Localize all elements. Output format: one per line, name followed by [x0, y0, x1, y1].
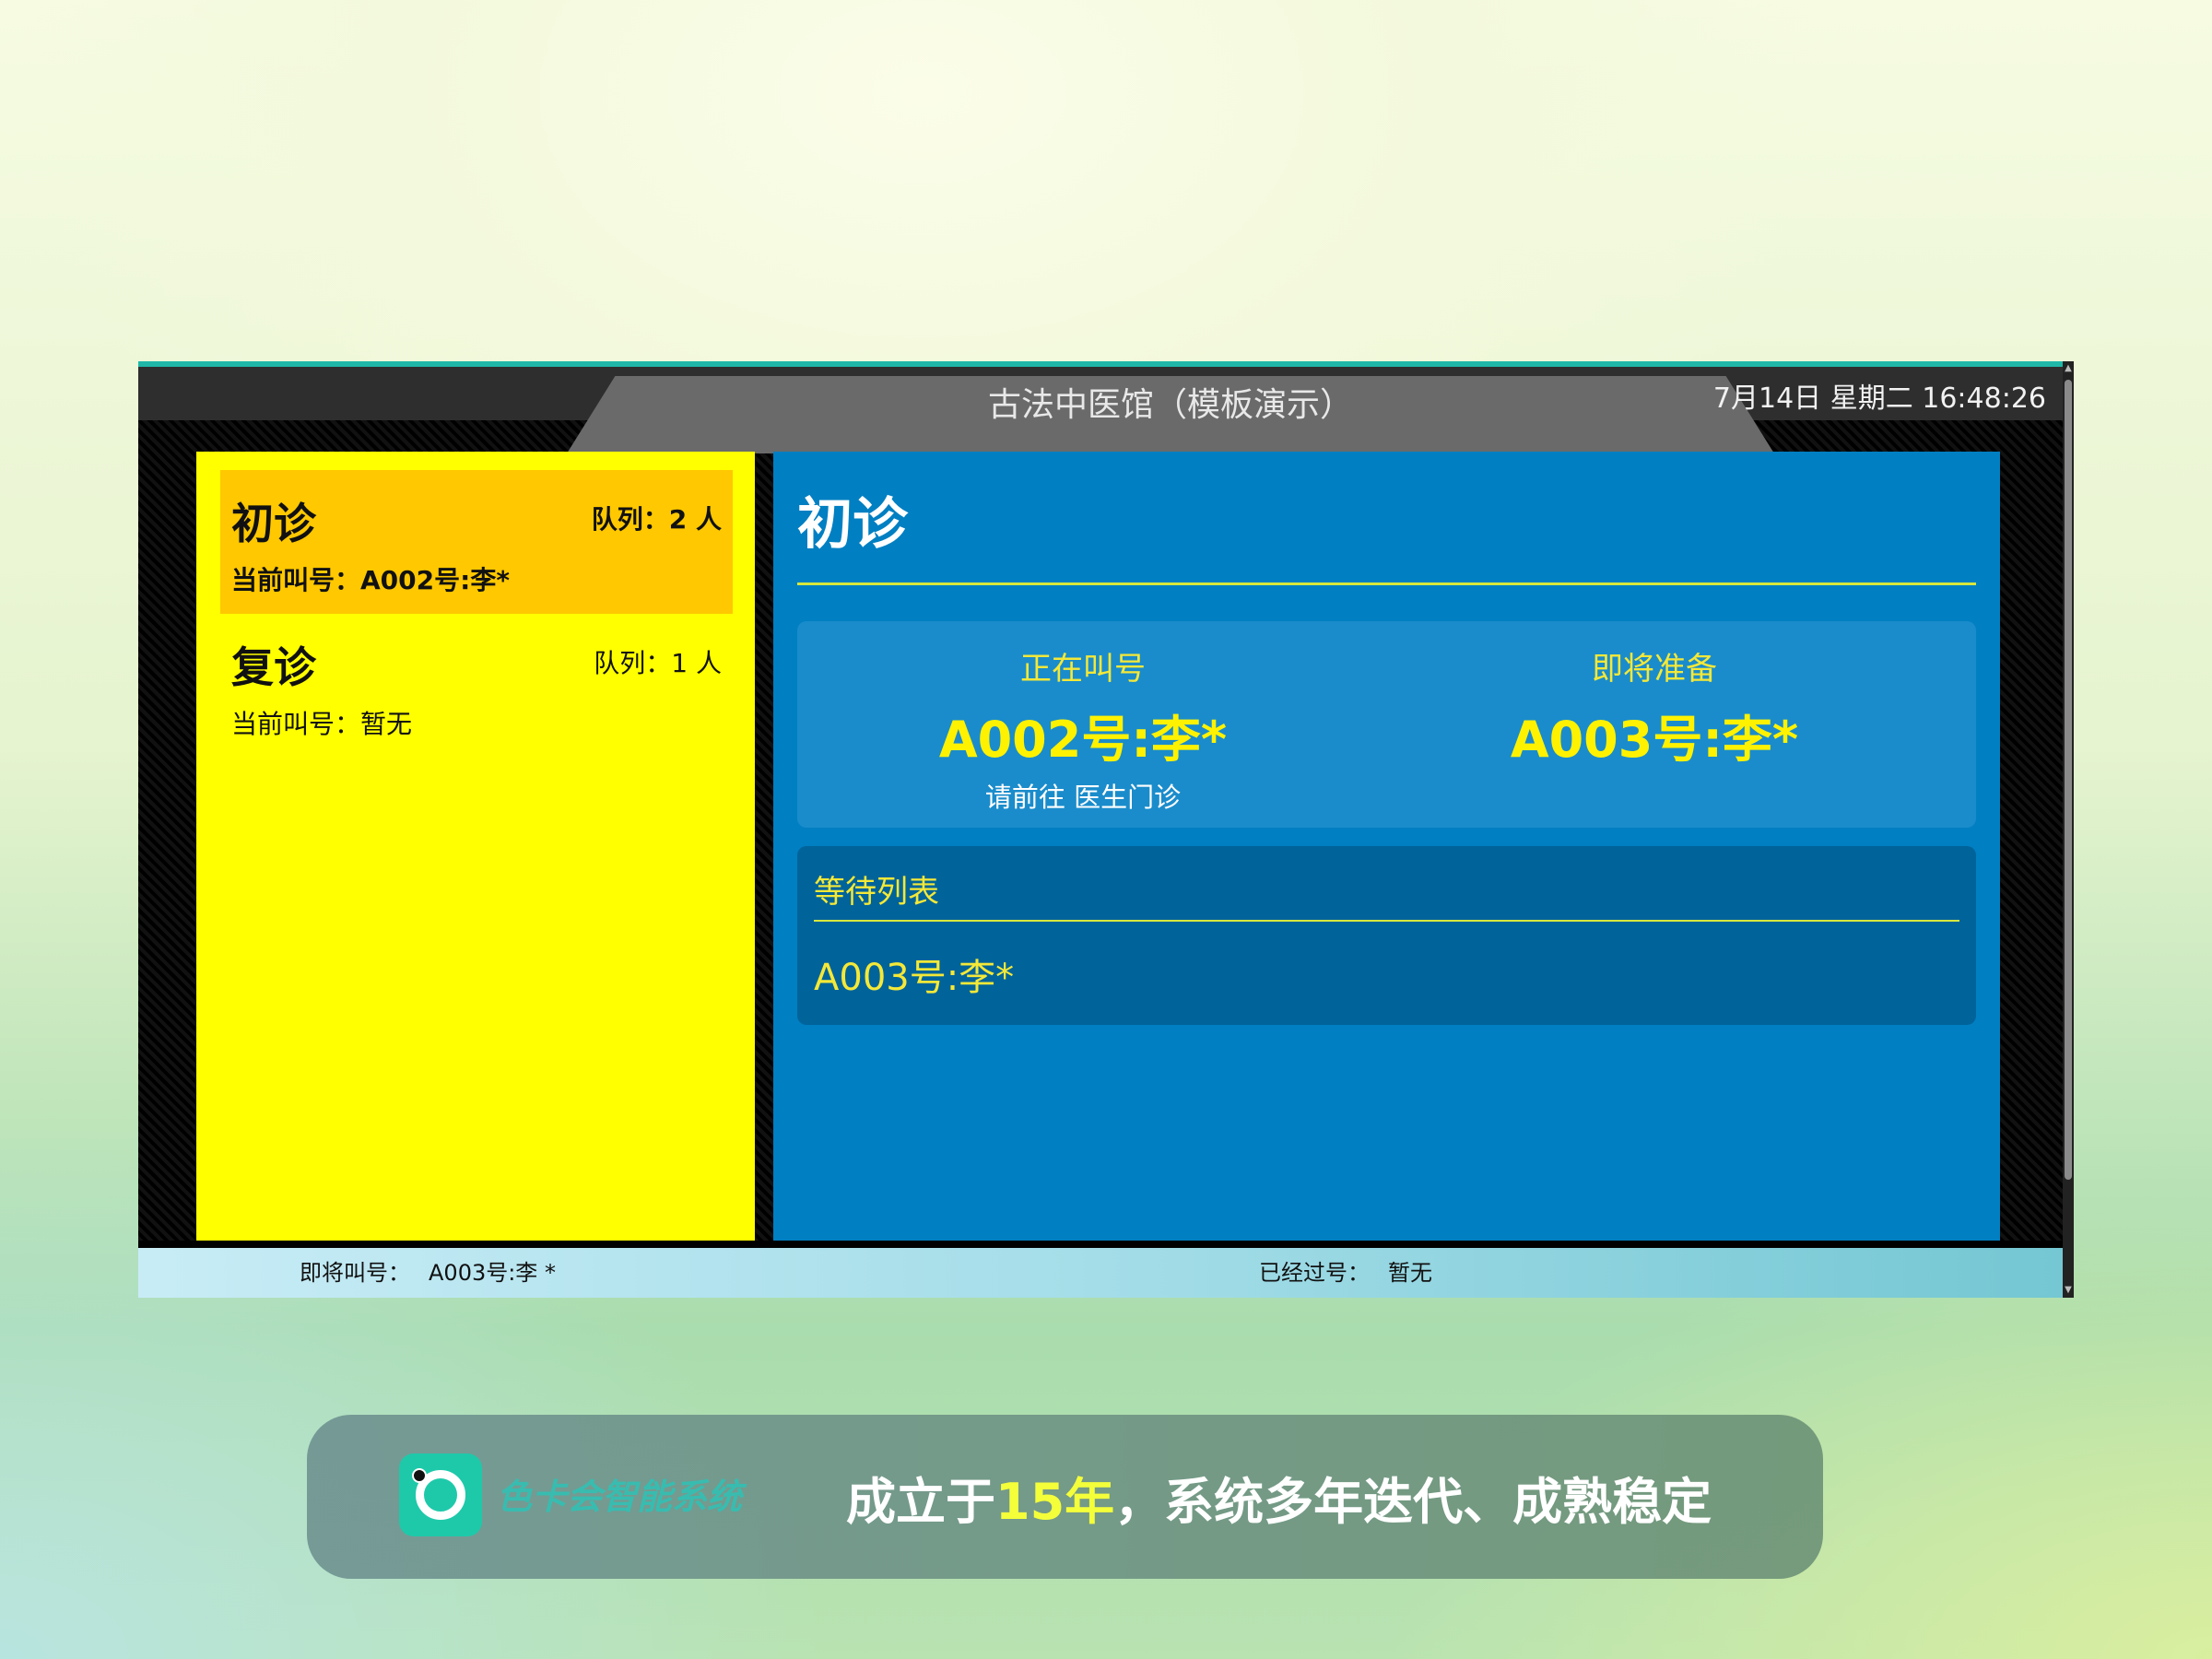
triangle-up-icon[interactable]: ▲ [2063, 363, 2074, 374]
next-call-status: 即将叫号： A003号:李 * [300, 1248, 556, 1298]
queue-item-first-visit[interactable]: 初诊 队列：2 人 当前叫号：A002号:李* [220, 470, 733, 614]
queue-current-label: 当前叫号： [231, 565, 361, 595]
now-calling-label: 正在叫号 [1020, 651, 1146, 688]
datetime-display: 7月14日 星期二 16:48:26 [1712, 382, 2046, 415]
brand-name: 色卡会智能系统 [497, 1477, 743, 1517]
preparing-number: A003号:李* [1510, 711, 1799, 769]
queue-current-value: 暂无 [360, 709, 413, 739]
detail-title: 初诊 [797, 492, 908, 557]
queue-count-value: 1 人 [671, 648, 722, 678]
preparing-column: 即将准备 A003号:李* [1369, 621, 1940, 828]
waiting-list-title: 等待列表 [814, 874, 939, 911]
queue-detail-panel: 初诊 正在叫号 A002号:李* 请前往 医生门诊 即将准备 A003号:李* … [773, 452, 2000, 1241]
scrollbar-thumb[interactable] [2065, 380, 2072, 1180]
waiting-list-box: 等待列表 A003号:李* [797, 846, 1976, 1025]
queue-count-label: 队列： [591, 504, 669, 535]
queue-current-call: 当前叫号：A002号:李* [231, 560, 510, 597]
queue-count-value: 2 人 [668, 504, 722, 535]
passed-label: 已经过号： [1259, 1260, 1370, 1286]
queue-item-follow-up[interactable]: 复诊 队列：1 人 当前叫号：暂无 [220, 614, 733, 758]
queue-name: 复诊 [231, 642, 316, 692]
queue-current-call: 当前叫号：暂无 [231, 704, 412, 741]
now-calling-number: A002号:李* [938, 711, 1228, 769]
slogan-highlight: 15年 [995, 1473, 1115, 1531]
queue-name: 初诊 [231, 499, 316, 548]
detail-divider [797, 582, 1976, 585]
triangle-down-icon[interactable]: ▼ [2063, 1285, 2074, 1296]
passed-status: 已经过号： 暂无 [1259, 1248, 1432, 1298]
slogan: 成立于15年，系统多年迭代、成熟稳定 [846, 1461, 1712, 1534]
vertical-scrollbar[interactable]: ▲ ▼ [2063, 361, 2074, 1298]
queue-count: 队列：1 人 [594, 643, 722, 680]
preparing-label: 即将准备 [1592, 651, 1717, 688]
page-title: 古法中医馆（模板演示） [987, 386, 1353, 424]
passed-value: 暂无 [1388, 1260, 1432, 1286]
queue-list-panel: 初诊 队列：2 人 当前叫号：A002号:李* 复诊 队列：1 人 当前叫号：暂… [196, 452, 755, 1241]
now-calling-note: 请前往 医生门诊 [984, 782, 1182, 813]
slogan-post: ，系统多年迭代、成熟稳定 [1114, 1473, 1712, 1531]
status-footer: 即将叫号： A003号:李 * 已经过号： 暂无 [138, 1248, 2063, 1298]
next-call-label: 即将叫号： [300, 1260, 410, 1286]
list-item: A003号:李* [814, 957, 1015, 999]
queue-display-screen: 古法中医馆（模板演示） 7月14日 星期二 16:48:26 初诊 队列：2 人… [138, 361, 2074, 1298]
slogan-pre: 成立于 [846, 1473, 995, 1531]
queue-current-value: A002号:李* [360, 565, 510, 595]
queue-count: 队列：2 人 [592, 500, 722, 536]
queue-current-label: 当前叫号： [231, 709, 361, 739]
logo-dot [412, 1468, 427, 1483]
promo-banner: 色卡会智能系统 成立于15年，系统多年迭代、成熟稳定 [307, 1415, 1823, 1579]
brand-logo-icon [399, 1453, 482, 1536]
waiting-list-divider [814, 920, 1959, 922]
next-call-value: A003号:李 * [429, 1260, 556, 1286]
now-calling-column: 正在叫号 A002号:李* 请前往 医生门诊 [797, 621, 1369, 828]
queue-count-label: 队列： [594, 648, 672, 678]
call-status-box: 正在叫号 A002号:李* 请前往 医生门诊 即将准备 A003号:李* [797, 621, 1976, 828]
